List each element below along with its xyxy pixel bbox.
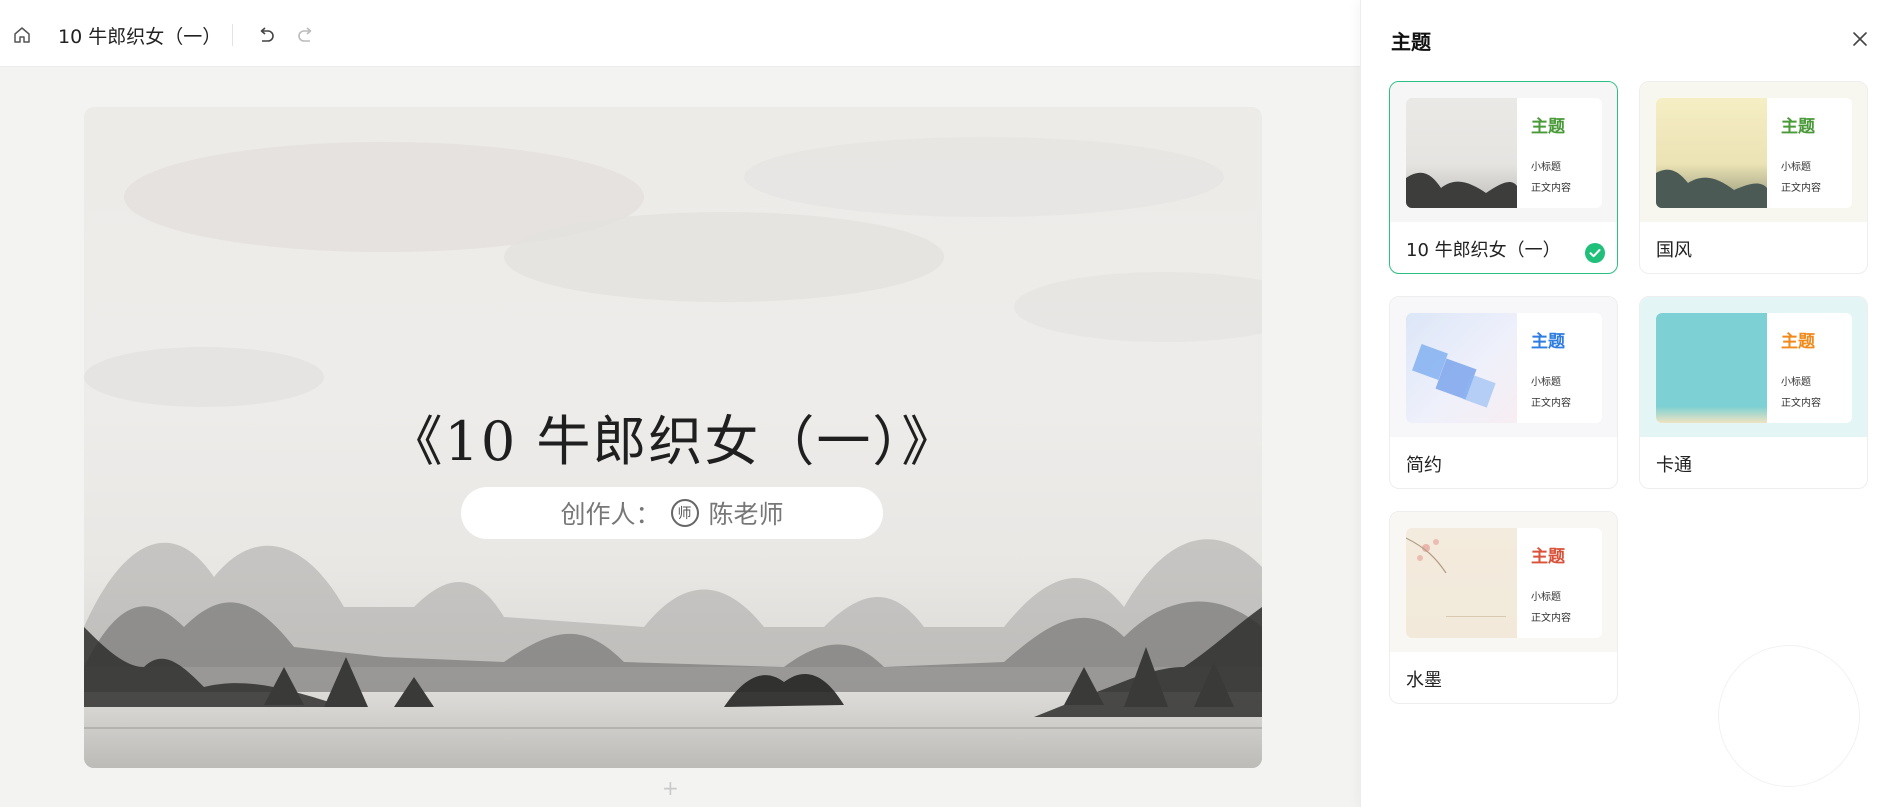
preview-subtitle: 小标题 [1531,162,1561,173]
theme-preview: 主题 小标题 正文内容 [1390,512,1617,652]
theme-card-jianyue[interactable]: 主题 小标题 正文内容 简约 [1389,296,1618,489]
preview-title: 主题 [1781,117,1815,137]
preview-subtitle: 小标题 [1531,592,1561,603]
home-button[interactable] [10,23,34,47]
home-icon [14,27,30,43]
theme-name: 水墨 [1406,670,1442,691]
slide-title[interactable]: 《10 牛郎织女（一）》 [84,397,1262,476]
top-toolbar: 10 牛郎织女（一） [0,0,1360,67]
floating-assistant-decoration [1718,645,1860,787]
author-name: 陈老师 [708,500,784,529]
redo-icon [298,27,312,42]
theme-name: 10 牛郎织女（一） [1406,240,1561,261]
preview-subtitle: 小标题 [1531,377,1561,388]
preview-title: 主题 [1531,117,1565,137]
preview-image [1406,528,1517,638]
author-avatar-icon: 师 [670,499,699,527]
preview-image [1406,98,1517,208]
theme-name: 卡通 [1656,455,1692,476]
preview-body: 正文内容 [1531,398,1571,409]
preview-image [1406,313,1517,423]
slide-canvas[interactable]: 《10 牛郎织女（一）》 创作人： 师 陈老师 [84,107,1262,768]
toolbar-divider [232,24,233,46]
theme-card-current[interactable]: 主题 小标题 正文内容 10 牛郎织女（一） [1389,81,1618,274]
preview-body: 正文内容 [1531,613,1571,624]
document-title[interactable]: 10 牛郎织女（一） [58,22,221,49]
theme-card-guofeng[interactable]: 主题 小标题 正文内容 国风 [1639,81,1868,274]
theme-card-shuimo[interactable]: 主题 小标题 正文内容 水墨 [1389,511,1618,704]
redo-button[interactable] [294,23,318,47]
add-slide-icon[interactable]: + [662,776,679,800]
editor-area: 10 牛郎织女（一） 《10 牛郎织女（一）》 创作人： 师 陈老师 + [0,0,1360,807]
preview-body: 正文内容 [1531,183,1571,194]
undo-button[interactable] [254,23,278,47]
preview-body: 正文内容 [1781,183,1821,194]
close-button[interactable] [1847,26,1873,52]
author-prefix: 创作人： [560,500,661,529]
preview-subtitle: 小标题 [1781,377,1811,388]
undo-icon [260,27,274,42]
theme-preview: 主题 小标题 正文内容 [1640,82,1867,222]
preview-body: 正文内容 [1781,398,1821,409]
preview-image [1656,313,1767,423]
preview-title: 主题 [1781,332,1815,352]
theme-name: 简约 [1406,455,1442,476]
preview-title: 主题 [1531,547,1565,567]
preview-subtitle: 小标题 [1781,162,1811,173]
preview-image [1656,98,1767,208]
theme-preview: 主题 小标题 正文内容 [1640,297,1867,437]
panel-title: 主题 [1391,30,1431,54]
close-icon [1853,32,1867,46]
author-pill[interactable]: 创作人： 师 陈老师 [461,487,883,539]
theme-preview: 主题 小标题 正文内容 [1390,297,1617,437]
theme-card-katong[interactable]: 主题 小标题 正文内容 卡通 [1639,296,1868,489]
theme-preview: 主题 小标题 正文内容 [1390,82,1617,222]
preview-title: 主题 [1531,332,1565,352]
check-icon [1585,243,1605,263]
theme-name: 国风 [1656,240,1692,261]
